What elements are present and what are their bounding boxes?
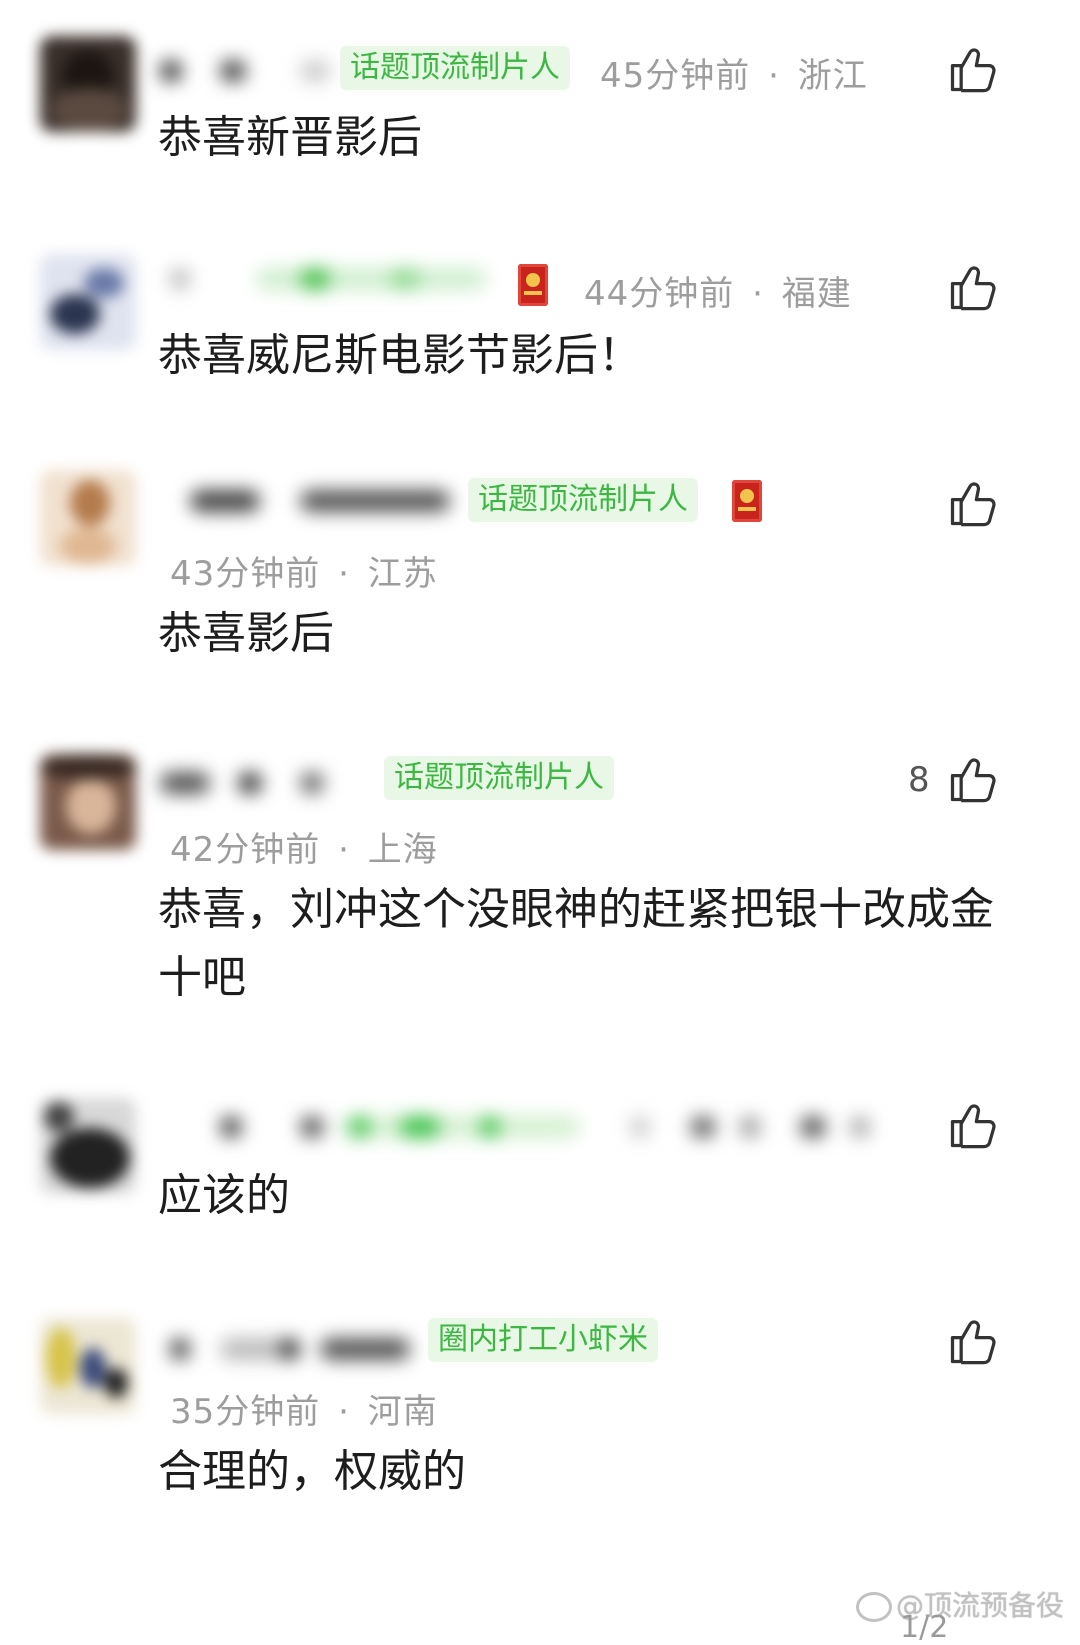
thumbs-up-icon[interactable] bbox=[946, 754, 998, 806]
separator: · bbox=[338, 1392, 350, 1432]
avatar[interactable] bbox=[40, 754, 136, 850]
comment-text: 恭喜，刘冲这个没眼神的赶紧把银十改成金十吧 bbox=[158, 884, 994, 1003]
red-book-badge-icon bbox=[732, 480, 762, 522]
user-tag: 话题顶流制片人 bbox=[468, 478, 698, 522]
avatar[interactable] bbox=[40, 1318, 136, 1414]
red-book-badge-icon bbox=[518, 264, 548, 306]
username-blurred[interactable] bbox=[160, 262, 490, 296]
timestamp-location: 35分钟前 · 河南 bbox=[170, 1384, 438, 1433]
location: 河南 bbox=[367, 1392, 438, 1432]
username-blurred[interactable] bbox=[160, 54, 340, 88]
timestamp: 35分钟前 bbox=[170, 1392, 321, 1432]
timestamp-location: 42分钟前 · 上海 bbox=[170, 822, 438, 871]
user-tag: 话题顶流制片人 bbox=[384, 756, 614, 800]
username-blurred[interactable] bbox=[160, 1332, 420, 1366]
comment-text: 合理的，权威的 bbox=[158, 1446, 466, 1497]
comment-text: 恭喜威尼斯电影节影后！ bbox=[158, 330, 642, 381]
comment-text: 应该的 bbox=[158, 1170, 290, 1221]
timestamp: 43分钟前 bbox=[170, 554, 321, 594]
timestamp: 45分钟前 bbox=[600, 56, 751, 96]
thumbs-up-icon[interactable] bbox=[946, 1316, 998, 1368]
thumbs-up-icon[interactable] bbox=[946, 1100, 998, 1152]
username-blurred[interactable] bbox=[200, 1110, 880, 1144]
watermark: @顶流预备役 bbox=[856, 1584, 1064, 1624]
location: 浙江 bbox=[797, 56, 868, 96]
avatar[interactable] bbox=[40, 254, 136, 350]
username-blurred[interactable] bbox=[160, 484, 460, 518]
separator: · bbox=[768, 56, 780, 96]
avatar[interactable] bbox=[40, 36, 136, 132]
avatar[interactable] bbox=[40, 470, 136, 566]
separator: · bbox=[338, 830, 350, 870]
timestamp: 42分钟前 bbox=[170, 830, 321, 870]
avatar[interactable] bbox=[40, 1098, 136, 1194]
separator: · bbox=[338, 554, 350, 594]
location: 福建 bbox=[781, 274, 852, 314]
comment-text: 恭喜新晋影后 bbox=[158, 112, 422, 163]
like-count: 8 bbox=[908, 760, 930, 800]
thumbs-up-icon[interactable] bbox=[946, 478, 998, 530]
timestamp-location: 43分钟前 · 江苏 bbox=[170, 546, 438, 595]
thumbs-up-icon[interactable] bbox=[946, 44, 998, 96]
page-indicator: 1/2 bbox=[900, 1610, 949, 1645]
comment-text: 恭喜影后 bbox=[158, 608, 334, 659]
location: 上海 bbox=[367, 830, 438, 870]
location: 江苏 bbox=[367, 554, 438, 594]
thumbs-up-icon[interactable] bbox=[946, 262, 998, 314]
weibo-icon bbox=[856, 1592, 892, 1622]
username-blurred[interactable] bbox=[160, 766, 340, 800]
timestamp: 44分钟前 bbox=[584, 274, 735, 314]
user-tag: 话题顶流制片人 bbox=[340, 46, 570, 90]
timestamp-location: 45分钟前 · 浙江 bbox=[600, 48, 868, 97]
timestamp-location: 44分钟前 · 福建 bbox=[584, 266, 852, 315]
user-tag: 圈内打工小虾米 bbox=[428, 1318, 658, 1362]
separator: · bbox=[752, 274, 764, 314]
